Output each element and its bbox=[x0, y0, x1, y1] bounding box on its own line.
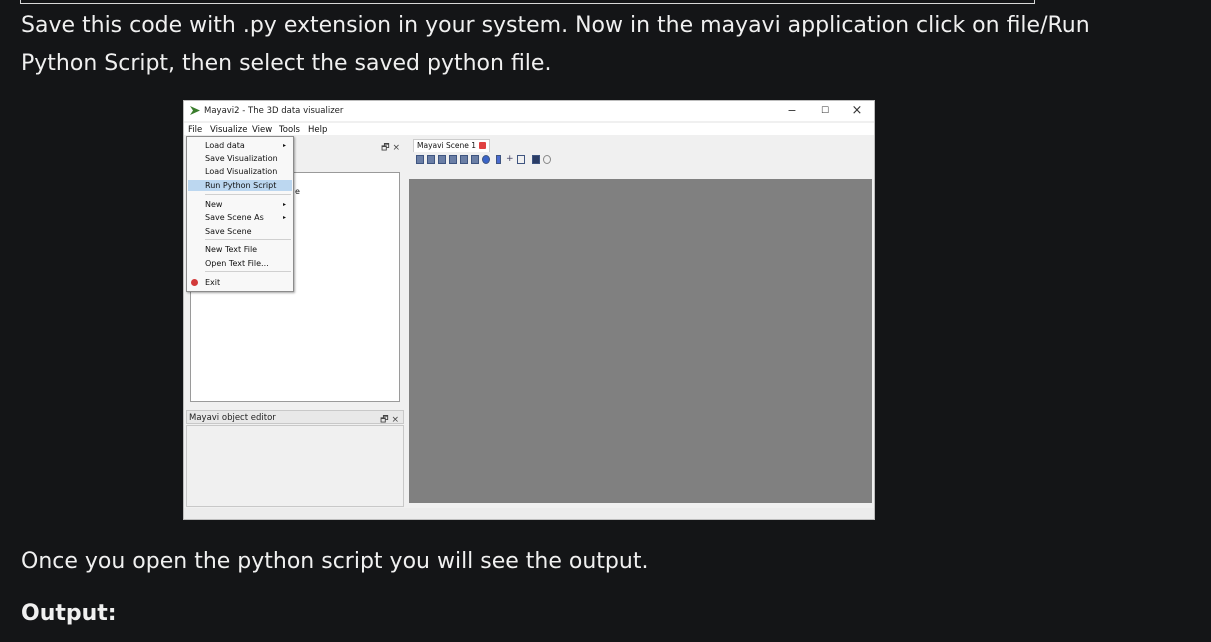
menu-item-new[interactable]: New ▸ bbox=[188, 199, 292, 210]
view-y-neg-icon[interactable] bbox=[449, 155, 457, 164]
menu-item-run-python-script[interactable]: Run Python Script bbox=[188, 180, 292, 191]
axes-icon[interactable]: + bbox=[506, 155, 514, 164]
scene-tab-label: Mayavi Scene 1 bbox=[417, 141, 477, 150]
submenu-arrow-icon: ▸ bbox=[282, 142, 286, 149]
configure-icon[interactable] bbox=[543, 155, 551, 164]
menu-tools[interactable]: Tools bbox=[279, 125, 300, 135]
menu-separator bbox=[205, 239, 291, 240]
maximize-icon[interactable]: ☐ bbox=[809, 103, 841, 119]
window-title: Mayavi2 - The 3D data visualizer bbox=[204, 106, 344, 116]
tree-partial-label: e bbox=[295, 187, 300, 196]
parallel-projection-icon[interactable] bbox=[496, 155, 501, 164]
title-bar: Mayavi2 - The 3D data visualizer − ☐ × bbox=[184, 101, 874, 121]
view-x-icon[interactable] bbox=[416, 155, 424, 164]
menu-item-new-text-file[interactable]: New Text File bbox=[188, 244, 292, 255]
view-z-neg-icon[interactable] bbox=[471, 155, 479, 164]
code-block-bottom-edge bbox=[20, 0, 1035, 4]
iso-view-icon[interactable] bbox=[482, 155, 490, 164]
menu-item-save-visualization[interactable]: Save Visualization bbox=[188, 153, 292, 164]
menu-separator bbox=[205, 271, 291, 272]
output-heading: Output: bbox=[21, 601, 117, 626]
menu-item-load-data[interactable]: Load data ▸ bbox=[188, 140, 292, 151]
submenu-arrow-icon: ▸ bbox=[282, 214, 286, 221]
status-bar bbox=[184, 508, 874, 519]
menu-item-open-text-file[interactable]: Open Text File... bbox=[188, 258, 292, 269]
fullscreen-icon[interactable] bbox=[517, 155, 525, 164]
submenu-arrow-icon: ▸ bbox=[282, 201, 286, 208]
instruction-paragraph: Save this code with .py extension in you… bbox=[21, 13, 1090, 76]
file-menu-dropdown: Load data ▸ Save Visualization Load Visua… bbox=[186, 136, 294, 292]
menu-visualize[interactable]: Visualize bbox=[210, 125, 247, 135]
result-paragraph: Once you open the python script you will… bbox=[21, 549, 649, 574]
mayavi-window-screenshot: Mayavi2 - The 3D data visualizer − ☐ × F… bbox=[183, 100, 875, 520]
menu-view[interactable]: View bbox=[252, 125, 272, 135]
menu-separator bbox=[205, 194, 291, 195]
view-z-icon[interactable] bbox=[460, 155, 468, 164]
menu-item-exit[interactable]: Exit bbox=[188, 277, 292, 288]
menu-item-load-visualization[interactable]: Load Visualization bbox=[188, 166, 292, 177]
tab-close-icon[interactable] bbox=[479, 142, 487, 149]
menu-item-save-scene-as[interactable]: Save Scene As ▸ bbox=[188, 212, 292, 223]
menu-bar: File Visualize View Tools Help bbox=[184, 123, 874, 135]
minimize-icon[interactable]: − bbox=[776, 103, 808, 119]
view-x-neg-icon[interactable] bbox=[427, 155, 435, 164]
object-editor-header: Mayavi object editor 🗗 × bbox=[186, 410, 404, 425]
view-y-icon[interactable] bbox=[438, 155, 446, 164]
menu-item-save-scene[interactable]: Save Scene bbox=[188, 226, 292, 237]
close-icon[interactable]: × bbox=[841, 103, 873, 119]
save-icon[interactable] bbox=[532, 155, 540, 164]
tab-mayavi-scene-1[interactable]: Mayavi Scene 1 bbox=[413, 139, 491, 152]
object-editor-label: Mayavi object editor bbox=[189, 413, 276, 423]
3d-scene-viewport[interactable] bbox=[409, 179, 872, 503]
exit-icon bbox=[191, 279, 198, 286]
menu-help[interactable]: Help bbox=[308, 125, 327, 135]
menu-file[interactable]: File bbox=[188, 125, 202, 135]
object-editor-panel bbox=[186, 425, 404, 507]
pane-float-close-icons[interactable]: 🗗 × bbox=[381, 140, 400, 156]
mayavi-app-icon bbox=[190, 106, 200, 115]
